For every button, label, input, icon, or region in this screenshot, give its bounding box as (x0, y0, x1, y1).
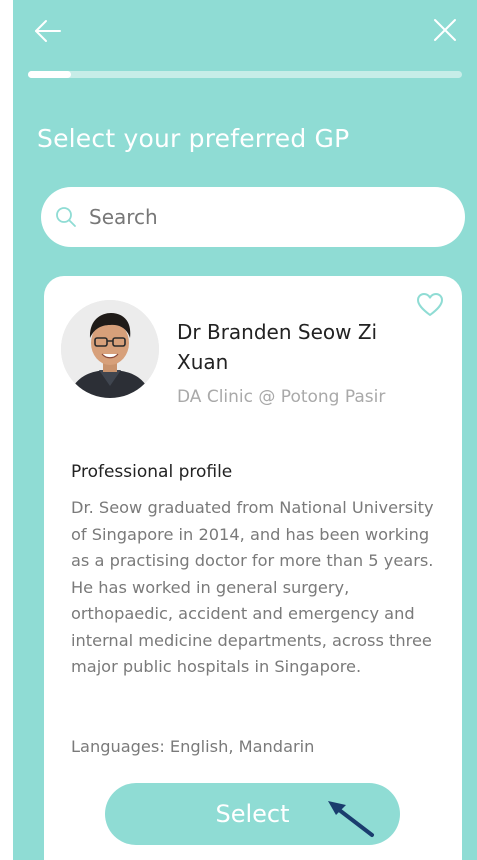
languages-text: Languages: English, Mandarin (71, 737, 315, 756)
page-title: Select your preferred GP (37, 124, 350, 153)
app-screen: Select your preferred GP Search Dr Brand… (13, 0, 477, 860)
doctor-avatar (61, 300, 159, 398)
back-button[interactable] (33, 16, 63, 46)
progress-fill (28, 71, 72, 78)
progress-bar (28, 71, 462, 78)
doctor-card: Dr Branden Seow Zi Xuan DA Clinic @ Poto… (44, 276, 462, 860)
favorite-button[interactable] (416, 292, 444, 318)
heart-outline-icon (417, 293, 443, 316)
search-bar[interactable] (41, 187, 465, 247)
close-button[interactable] (431, 16, 459, 44)
close-icon (434, 19, 456, 41)
select-button[interactable]: Select (105, 783, 400, 845)
doctor-photo (61, 300, 159, 398)
arrow-left-icon (35, 20, 61, 42)
search-icon (55, 206, 77, 228)
profile-description: Dr. Seow graduated from National Univers… (71, 498, 434, 676)
profile-heading: Professional profile (71, 462, 233, 482)
doctor-name: Dr Branden Seow Zi Xuan (177, 320, 378, 374)
search-input[interactable] (87, 204, 421, 230)
clinic-name: DA Clinic @ Potong Pasir (177, 387, 386, 407)
